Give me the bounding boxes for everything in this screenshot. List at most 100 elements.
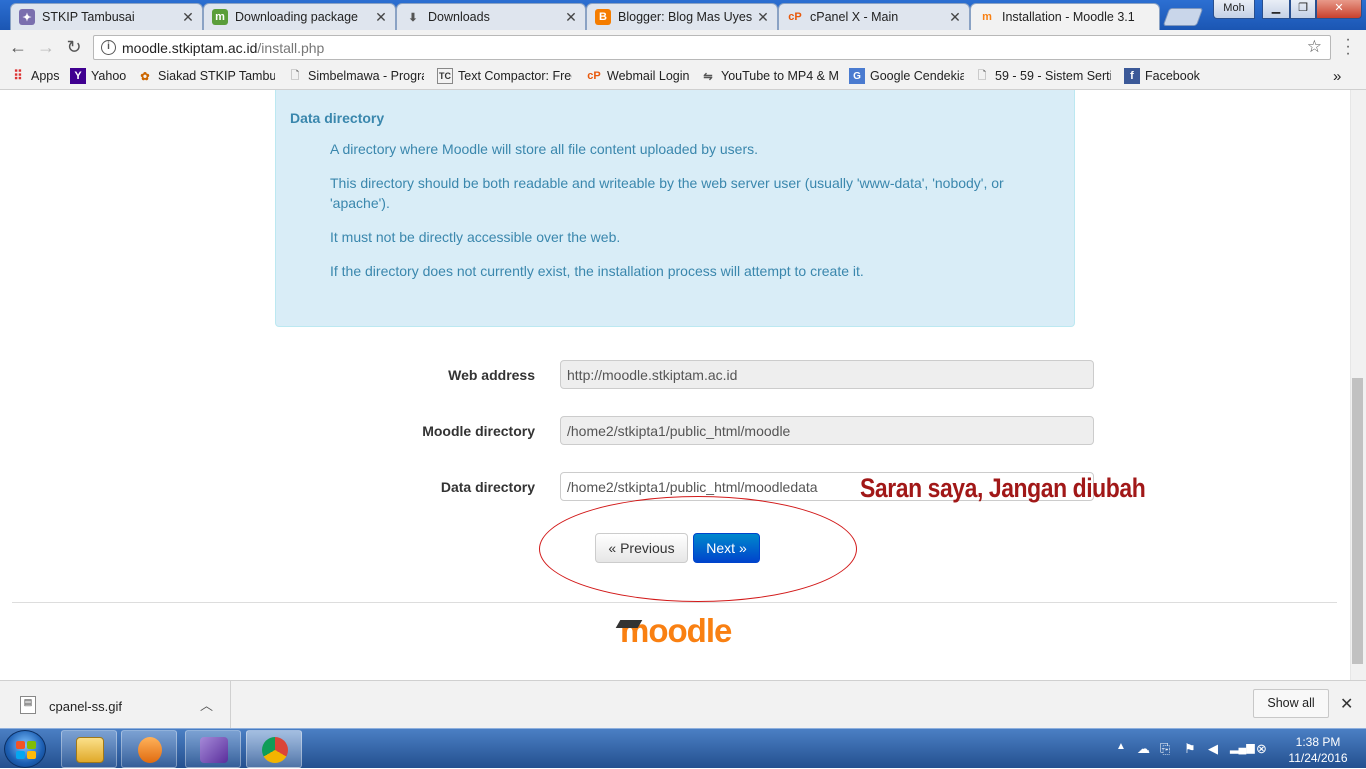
page-content: Data directory A directory where Moodle … bbox=[0, 90, 1350, 680]
window-close-button[interactable]: ✕ bbox=[1316, 0, 1362, 19]
cloud-icon[interactable]: ☁ bbox=[1137, 741, 1150, 757]
close-icon[interactable]: ✕ bbox=[947, 9, 963, 26]
bookmark-label: Text Compactor: Free bbox=[458, 69, 572, 83]
url-text: moodle.stkiptam.ac.id/install.php bbox=[122, 40, 324, 56]
bookmark-facebook[interactable]: f Facebook bbox=[1124, 68, 1204, 84]
annotation-ellipse bbox=[539, 496, 857, 602]
close-icon[interactable]: ✕ bbox=[563, 9, 579, 26]
close-icon[interactable]: ✕ bbox=[180, 9, 196, 26]
bookmark-simbelmawa[interactable]: 🗋 Simbelmawa - Progra bbox=[287, 68, 424, 84]
tab-blogger[interactable]: B Blogger: Blog Mas Uyes ✕ bbox=[586, 3, 778, 30]
tab-title: STKIP Tambusai bbox=[42, 10, 135, 24]
start-button[interactable] bbox=[4, 730, 46, 768]
tab-title: Blogger: Blog Mas Uyes bbox=[618, 10, 753, 24]
bookmark-label: Apps bbox=[31, 69, 60, 83]
reload-icon[interactable]: ↻ bbox=[64, 37, 84, 57]
taskbar-chrome[interactable] bbox=[246, 730, 302, 768]
bookmark-label: Facebook bbox=[1145, 69, 1200, 83]
bookmark-label: YouTube to MP4 & M bbox=[721, 69, 838, 83]
address-bar[interactable]: i moodle.stkiptam.ac.id/install.php ☆ bbox=[93, 35, 1331, 60]
bookmark-label: Webmail Login bbox=[607, 69, 690, 83]
apps-grid-icon: ⠿ bbox=[13, 68, 23, 83]
info-paragraph: A directory where Moodle will store all … bbox=[330, 141, 758, 157]
more-bookmarks-chevron-icon[interactable]: » bbox=[1333, 68, 1347, 85]
tab-downloads[interactable]: ⬇ Downloads ✕ bbox=[396, 3, 586, 30]
chevron-up-icon[interactable]: ▲ bbox=[1116, 741, 1126, 752]
data-directory-info-box: Data directory A directory where Moodle … bbox=[275, 90, 1075, 327]
tab-stkip-tambusai[interactable]: ✦ STKIP Tambusai ✕ bbox=[10, 3, 203, 30]
data-directory-label: Data directory bbox=[440, 479, 535, 495]
bookmark-yahoo[interactable]: Y Yahoo bbox=[70, 68, 130, 84]
tab-title: Downloads bbox=[428, 10, 490, 24]
bookmarks-bar: ⠿ Apps Y Yahoo ✿ Siakad STKIP Tambusa 🗋 … bbox=[0, 64, 1366, 90]
download-item[interactable]: ▤ cpanel-ss.gif ︿ bbox=[0, 681, 231, 729]
taskbar-visual-studio[interactable] bbox=[185, 730, 241, 768]
windows-logo-icon bbox=[16, 741, 36, 759]
bookmark-label: 59 - 59 - Sistem Sertif bbox=[995, 69, 1111, 83]
volume-icon[interactable]: ◀ bbox=[1208, 741, 1218, 757]
tab-title: cPanel X - Main bbox=[810, 10, 899, 24]
facebook-icon: f bbox=[1124, 68, 1140, 84]
info-icon[interactable]: i bbox=[101, 40, 116, 55]
info-paragraph: It must not be directly accessible over … bbox=[330, 229, 621, 245]
footer-divider bbox=[12, 602, 1337, 603]
bookmark-siakad[interactable]: ✿ Siakad STKIP Tambusa bbox=[137, 68, 275, 84]
bookmark-text-compactor[interactable]: TC Text Compactor: Free bbox=[437, 68, 572, 84]
tab-cpanel[interactable]: cP cPanel X - Main ✕ bbox=[778, 3, 970, 30]
minimize-button[interactable]: ▁ bbox=[1262, 0, 1290, 19]
bookmark-label: Siakad STKIP Tambusa bbox=[158, 69, 275, 83]
download-bar: ▤ cpanel-ss.gif ︿ Show all ✕ bbox=[0, 680, 1366, 729]
signal-icon[interactable]: ▂▄▆ bbox=[1230, 741, 1255, 754]
back-arrow-icon[interactable]: ← bbox=[8, 37, 28, 57]
download-icon: ⬇ bbox=[408, 11, 418, 24]
forward-arrow-icon[interactable]: → bbox=[36, 37, 56, 57]
page-icon: 🗋 bbox=[290, 69, 300, 82]
browser-menu-icon[interactable]: · · · bbox=[1343, 32, 1353, 62]
bookmark-google-cendekia[interactable]: G Google Cendekia bbox=[849, 68, 964, 84]
profile-button[interactable]: Moh bbox=[1213, 0, 1255, 19]
stkip-logo-icon: ✦ bbox=[19, 9, 35, 25]
clock-date: 11/24/2016 bbox=[1288, 751, 1348, 765]
moodle-logo: moodle bbox=[615, 612, 732, 650]
network-icon[interactable]: ⊗ bbox=[1256, 741, 1267, 757]
chevron-up-icon[interactable]: ︿ bbox=[200, 695, 213, 714]
usb-icon[interactable]: ⎘ bbox=[1160, 741, 1170, 757]
cpanel-icon: cP bbox=[788, 11, 802, 23]
graduation-cap-icon bbox=[615, 620, 643, 628]
annotation-text: Saran saya, Jangan diubah bbox=[860, 473, 1146, 503]
bookmark-youtube-mp4[interactable]: ⇋ YouTube to MP4 & M bbox=[700, 68, 838, 84]
browser-tab-strip: ✦ STKIP Tambusai ✕ m Downloading package… bbox=[0, 0, 1366, 30]
chrome-icon bbox=[262, 737, 288, 763]
bookmark-apps[interactable]: ⠿ Apps bbox=[10, 68, 65, 84]
close-icon[interactable]: ✕ bbox=[755, 9, 771, 26]
download-file-name: cpanel-ss.gif bbox=[49, 699, 122, 714]
taskbar-media-player[interactable] bbox=[121, 730, 177, 768]
show-all-button[interactable]: Show all bbox=[1253, 689, 1329, 718]
tab-downloading-package[interactable]: m Downloading package ✕ bbox=[203, 3, 396, 30]
info-title: Data directory bbox=[290, 110, 385, 126]
bookmark-webmail[interactable]: cP Webmail Login bbox=[586, 68, 691, 84]
moodle-directory-input[interactable] bbox=[560, 416, 1094, 445]
bookmark-label: Yahoo bbox=[91, 69, 127, 83]
moodle-icon: m bbox=[982, 11, 992, 23]
moodle-green-icon: m bbox=[212, 9, 228, 25]
url-host: moodle.stkiptam.ac.id bbox=[122, 40, 258, 56]
url-path: /install.php bbox=[257, 40, 325, 56]
taskbar-explorer[interactable] bbox=[61, 730, 117, 768]
action-center-flag-icon[interactable]: ⚑ bbox=[1184, 741, 1196, 757]
blogger-icon: B bbox=[595, 9, 611, 25]
web-address-label: Web address bbox=[448, 367, 535, 383]
new-tab-button[interactable] bbox=[1162, 8, 1204, 26]
explorer-icon bbox=[76, 737, 104, 763]
bookmark-star-icon[interactable]: ☆ bbox=[1307, 37, 1322, 57]
close-icon[interactable]: ✕ bbox=[1340, 694, 1353, 714]
bookmark-sistem-sertif[interactable]: 🗋 59 - 59 - Sistem Sertif bbox=[974, 68, 1111, 84]
close-icon[interactable]: ✕ bbox=[373, 9, 389, 26]
web-address-input[interactable] bbox=[560, 360, 1094, 389]
scrollbar-thumb[interactable] bbox=[1352, 378, 1363, 664]
media-player-icon bbox=[138, 737, 162, 763]
maximize-button[interactable]: ❐ bbox=[1290, 0, 1316, 19]
tab-moodle-installation[interactable]: m Installation - Moodle 3.1 bbox=[970, 3, 1160, 30]
tab-title: Downloading package bbox=[235, 10, 359, 24]
taskbar-clock[interactable]: 1:38 PM 11/24/2016 bbox=[1278, 734, 1358, 766]
